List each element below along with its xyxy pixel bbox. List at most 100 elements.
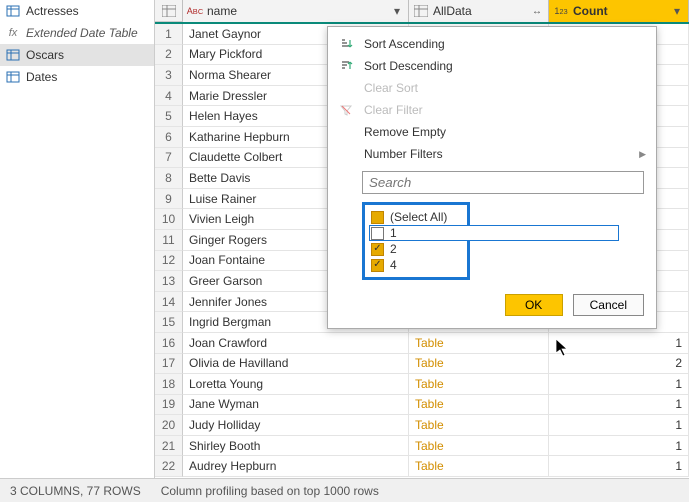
column-header-alldata[interactable]: AllData ↔ [409, 0, 549, 22]
menu-label: Sort Ascending [364, 37, 646, 51]
query-item-oscars[interactable]: Oscars [0, 44, 154, 66]
query-label: Extended Date Table [26, 26, 148, 40]
row-index-cell: 18 [155, 374, 183, 395]
name-cell[interactable]: Jane Wyman [183, 395, 409, 416]
table-row[interactable]: 19Jane WymanTable1 [155, 395, 689, 416]
menu-label: Sort Descending [364, 59, 646, 73]
checkbox-indeterminate-icon[interactable] [371, 211, 384, 224]
name-cell[interactable]: Olivia de Havilland [183, 354, 409, 375]
status-bar: 3 COLUMNS, 77 ROWS Column profiling base… [0, 478, 689, 502]
row-index-cell: 6 [155, 127, 183, 148]
cancel-button[interactable]: Cancel [573, 294, 644, 316]
highlight-annotation: (Select All) 1 2 4 [362, 202, 470, 280]
row-index-cell: 8 [155, 168, 183, 189]
row-index-cell: 3 [155, 65, 183, 86]
filter-value-4[interactable]: 4 [369, 257, 463, 273]
checkbox-unchecked-icon[interactable] [371, 227, 384, 240]
table-icon [6, 70, 20, 84]
blank-icon [338, 146, 354, 162]
count-cell[interactable]: 1 [549, 333, 689, 354]
query-item-extended-date-table[interactable]: fx Extended Date Table [0, 22, 154, 44]
filter-value-select-all[interactable]: (Select All) [369, 209, 463, 225]
alldata-cell[interactable]: Table [409, 415, 549, 436]
filter-value-2[interactable]: 2 [369, 241, 463, 257]
name-cell[interactable]: Joan Crawford [183, 333, 409, 354]
alldata-cell[interactable]: Table [409, 456, 549, 477]
table-row[interactable]: 17Olivia de HavillandTable2 [155, 354, 689, 375]
blank-icon [338, 80, 354, 96]
row-index-cell: 1 [155, 24, 183, 45]
menu-remove-empty[interactable]: Remove Empty [328, 121, 656, 143]
sort-asc-icon [338, 36, 354, 52]
menu-clear-sort: Clear Sort [328, 77, 656, 99]
menu-label: Clear Sort [364, 81, 646, 95]
row-index-cell: 10 [155, 209, 183, 230]
column-title: AllData [433, 4, 526, 18]
menu-number-filters[interactable]: Number Filters ▶ [328, 143, 656, 165]
dropdown-icon[interactable]: ▾ [390, 4, 404, 18]
alldata-cell[interactable]: Table [409, 374, 549, 395]
row-index-cell: 11 [155, 230, 183, 251]
dropdown-icon[interactable]: ▾ [670, 4, 684, 18]
queries-pane: Actresses fx Extended Date Table Oscars … [0, 0, 155, 478]
checkbox-checked-icon[interactable] [371, 259, 384, 272]
count-cell[interactable]: 1 [549, 415, 689, 436]
filter-values-list: (Select All) 1 2 4 [362, 202, 644, 280]
filter-value-label: 4 [390, 258, 397, 272]
table-row[interactable]: 16Joan CrawfordTable1 [155, 333, 689, 354]
alldata-cell[interactable]: Table [409, 333, 549, 354]
query-label: Actresses [26, 4, 148, 18]
alldata-cell[interactable]: Table [409, 395, 549, 416]
column-header-count[interactable]: 123 Count ▾ [549, 0, 689, 22]
column-title: name [207, 4, 386, 18]
menu-sort-descending[interactable]: Sort Descending [328, 55, 656, 77]
query-item-actresses[interactable]: Actresses [0, 0, 154, 22]
row-index-cell: 19 [155, 395, 183, 416]
row-index-cell: 5 [155, 106, 183, 127]
name-cell[interactable]: Loretta Young [183, 374, 409, 395]
column-header-name[interactable]: ABC name ▾ [183, 0, 409, 22]
column-title: Count [573, 4, 666, 18]
count-cell[interactable]: 1 [549, 436, 689, 457]
filter-value-label: (Select All) [390, 210, 447, 224]
expand-icon[interactable]: ↔ [530, 4, 544, 18]
query-item-dates[interactable]: Dates [0, 66, 154, 88]
checkbox-checked-icon[interactable] [371, 243, 384, 256]
count-cell[interactable]: 1 [549, 456, 689, 477]
count-cell[interactable]: 1 [549, 395, 689, 416]
name-cell[interactable]: Shirley Booth [183, 436, 409, 457]
filter-value-1[interactable]: 1 [369, 225, 619, 241]
name-cell[interactable]: Judy Holliday [183, 415, 409, 436]
table-icon [6, 4, 20, 18]
table-row[interactable]: 22Audrey HepburnTable1 [155, 456, 689, 477]
row-index-cell: 14 [155, 292, 183, 313]
alldata-cell[interactable]: Table [409, 436, 549, 457]
ok-button[interactable]: OK [505, 294, 563, 316]
menu-sort-ascending[interactable]: Sort Ascending [328, 33, 656, 55]
sort-desc-icon [338, 58, 354, 74]
filter-search-input[interactable] [362, 171, 644, 194]
menu-label: Clear Filter [364, 103, 646, 117]
menu-label: Number Filters [364, 147, 629, 161]
row-index-header[interactable] [155, 0, 183, 22]
table-row[interactable]: 21Shirley BoothTable1 [155, 436, 689, 457]
name-cell[interactable]: Audrey Hepburn [183, 456, 409, 477]
table-row[interactable]: 18Loretta YoungTable1 [155, 374, 689, 395]
text-type-icon: ABC [187, 4, 203, 18]
alldata-cell[interactable]: Table [409, 354, 549, 375]
row-index-cell: 4 [155, 86, 183, 107]
query-label: Oscars [26, 48, 148, 62]
clear-filter-icon [338, 102, 354, 118]
column-headers: ABC name ▾ AllData ↔ 123 Count ▾ [155, 0, 689, 24]
query-label: Dates [26, 70, 148, 84]
row-index-cell: 15 [155, 312, 183, 333]
count-cell[interactable]: 1 [549, 374, 689, 395]
fx-icon: fx [6, 26, 20, 40]
status-columns-rows: 3 COLUMNS, 77 ROWS [10, 484, 141, 498]
blank-icon [338, 124, 354, 140]
row-index-cell: 21 [155, 436, 183, 457]
count-cell[interactable]: 2 [549, 354, 689, 375]
filter-dropdown-panel: Sort Ascending Sort Descending Clear Sor… [327, 26, 657, 329]
table-row[interactable]: 20Judy HollidayTable1 [155, 415, 689, 436]
row-index-cell: 12 [155, 251, 183, 272]
